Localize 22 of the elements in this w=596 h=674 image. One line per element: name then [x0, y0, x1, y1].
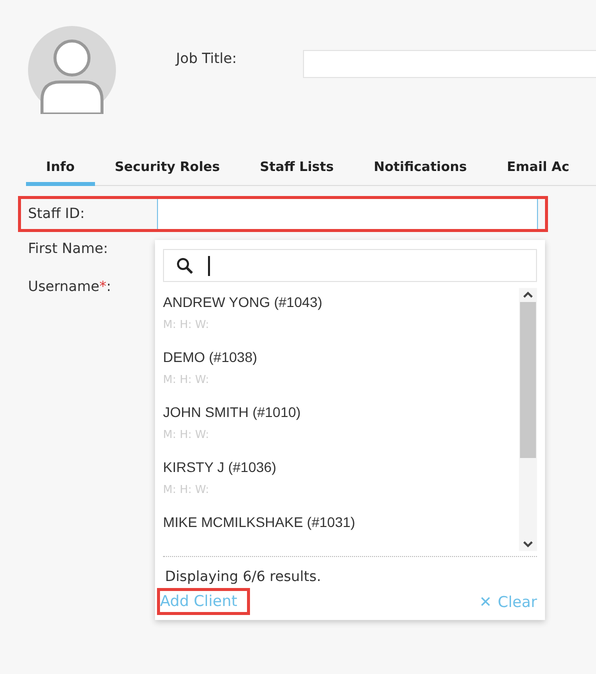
tab[interactable]: Security Roles — [94, 154, 240, 186]
select-field[interactable] — [157, 198, 538, 230]
tab[interactable]: Staff Lists — [240, 154, 354, 186]
tab[interactable]: Email Ac — [486, 154, 590, 186]
result-name[interactable]: DEMO (#1038) — [163, 348, 260, 368]
result-name[interactable]: KIRSTY J (#1036) — [163, 458, 278, 478]
search-field[interactable] — [163, 249, 537, 282]
field-label: Staff ID: — [28, 206, 86, 222]
result-name[interactable]: JOHN SMITH (#1010) — [163, 403, 303, 423]
tab[interactable]: Info — [26, 154, 95, 186]
avatar-icon — [28, 26, 116, 114]
search-icon — [176, 256, 194, 274]
field-label: Username*: — [28, 279, 112, 295]
scrollbar[interactable] — [519, 288, 537, 551]
result-name[interactable]: ANDREW YONG (#1043) — [163, 293, 324, 313]
field-label: First Name: — [28, 241, 109, 257]
results-summary: Displaying 6/6 results. — [165, 569, 322, 585]
tab[interactable]: Notifications — [354, 154, 487, 186]
input-field[interactable] — [303, 50, 596, 78]
text-cursor — [208, 256, 210, 276]
result-name[interactable]: MIKE MCMILKSHAKE (#1031) — [163, 513, 358, 533]
field-label: Job Title: — [176, 51, 238, 67]
